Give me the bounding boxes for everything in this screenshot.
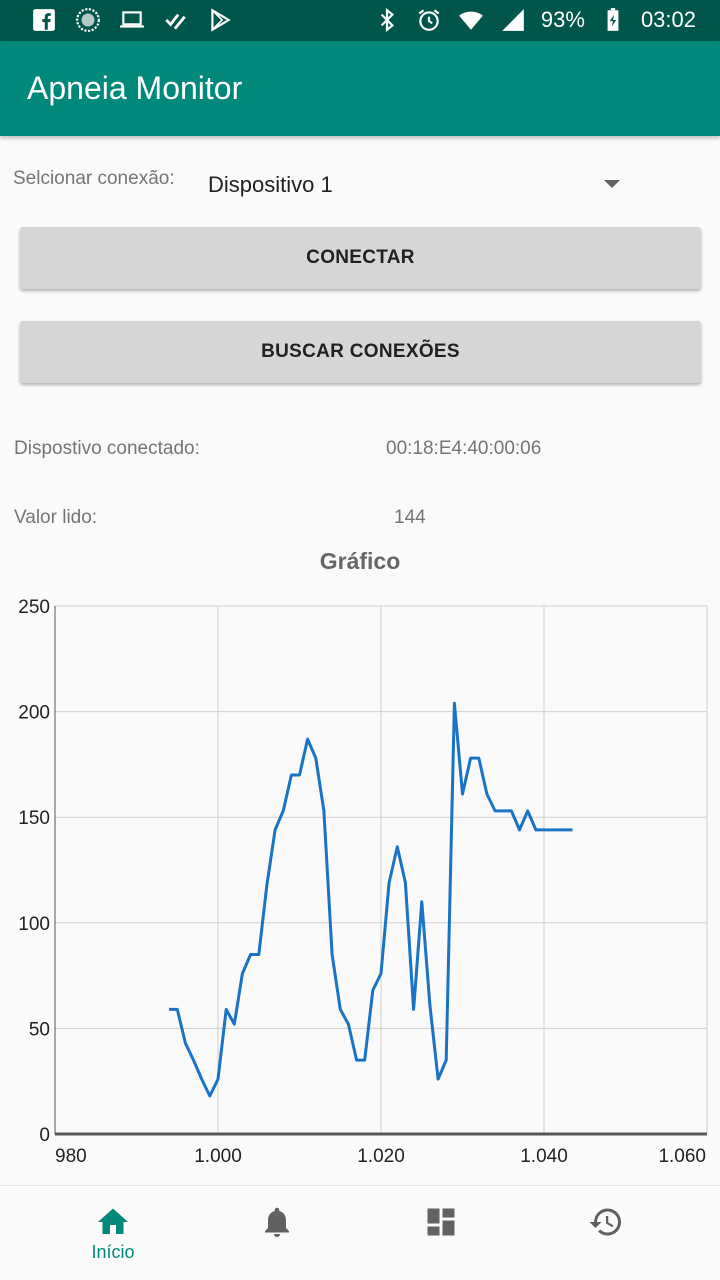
nav-item-dashboard[interactable]: [351, 1186, 531, 1280]
battery-charging-icon: [599, 6, 627, 34]
app-bar: Apneia Monitor: [0, 41, 720, 136]
laptop-icon: [118, 6, 146, 34]
search-connections-button[interactable]: BUSCAR CONEXÕES: [20, 321, 701, 383]
read-value-label: Valor lido:: [14, 507, 98, 528]
select-connection-label: Selcionar conexão:: [13, 168, 175, 189]
bell-icon: [265, 1207, 289, 1237]
dropdown-arrow-icon: [604, 180, 620, 188]
clock: 03:02: [640, 7, 696, 32]
alarm-icon: [415, 6, 443, 34]
nav-home-label: Início: [91, 1242, 135, 1262]
facebook-icon: [30, 6, 58, 34]
line-chart[interactable]: 0 50 100 150 200 250 980 1.000 1.020 1.040 1.060: [0, 596, 720, 1176]
bottom-navigation: Início: [0, 1185, 720, 1280]
wifi-icon: [457, 6, 485, 34]
dashboard-icon: [427, 1208, 455, 1236]
sun-burst-icon: [74, 6, 102, 34]
y-tick-label: 250: [18, 597, 50, 618]
play-store-icon: [206, 6, 234, 34]
x-tick-label: 1.060: [658, 1146, 706, 1167]
device-spinner[interactable]: Dispositivo 1: [198, 160, 638, 208]
status-bar: 93% 03:02: [0, 0, 720, 41]
bluetooth-icon: [373, 6, 401, 34]
y-tick-label: 0: [39, 1125, 50, 1146]
y-tick-label: 200: [18, 703, 50, 724]
selected-device: Dispositivo 1: [208, 172, 333, 197]
x-tick-label: 1.020: [357, 1146, 405, 1167]
nav-item-notifications[interactable]: [187, 1186, 367, 1280]
battery-percent: 93%: [540, 7, 585, 32]
notification-icons: [30, 6, 234, 34]
x-tick-label: 1.000: [194, 1146, 242, 1167]
nav-item-history[interactable]: [516, 1186, 696, 1280]
chart-title: Gráfico: [319, 548, 401, 574]
x-tick-label: 1.040: [520, 1146, 568, 1167]
y-tick-label: 50: [29, 1019, 50, 1040]
signal-icon: [499, 6, 527, 34]
app-title: Apneia Monitor: [27, 70, 243, 106]
y-tick-label: 150: [18, 808, 50, 829]
home-icon: [98, 1208, 128, 1234]
x-tick-label: 980: [55, 1146, 87, 1167]
task-check-icon: [162, 6, 190, 34]
system-status: 93% 03:02: [373, 6, 696, 34]
connected-device-value: 00:18:E4:40:00:06: [386, 438, 542, 459]
y-tick-label: 100: [18, 914, 50, 935]
history-icon: [589, 1208, 622, 1236]
connected-device-label: Dispostivo conectado:: [14, 438, 200, 459]
connect-button[interactable]: CONECTAR: [20, 227, 701, 289]
nav-item-home[interactable]: Início: [23, 1186, 203, 1280]
chart-svg: 0 50 100 150 200 250 980 1.000 1.020 1.040 1.060: [18, 597, 708, 1167]
read-value: 144: [394, 507, 426, 528]
